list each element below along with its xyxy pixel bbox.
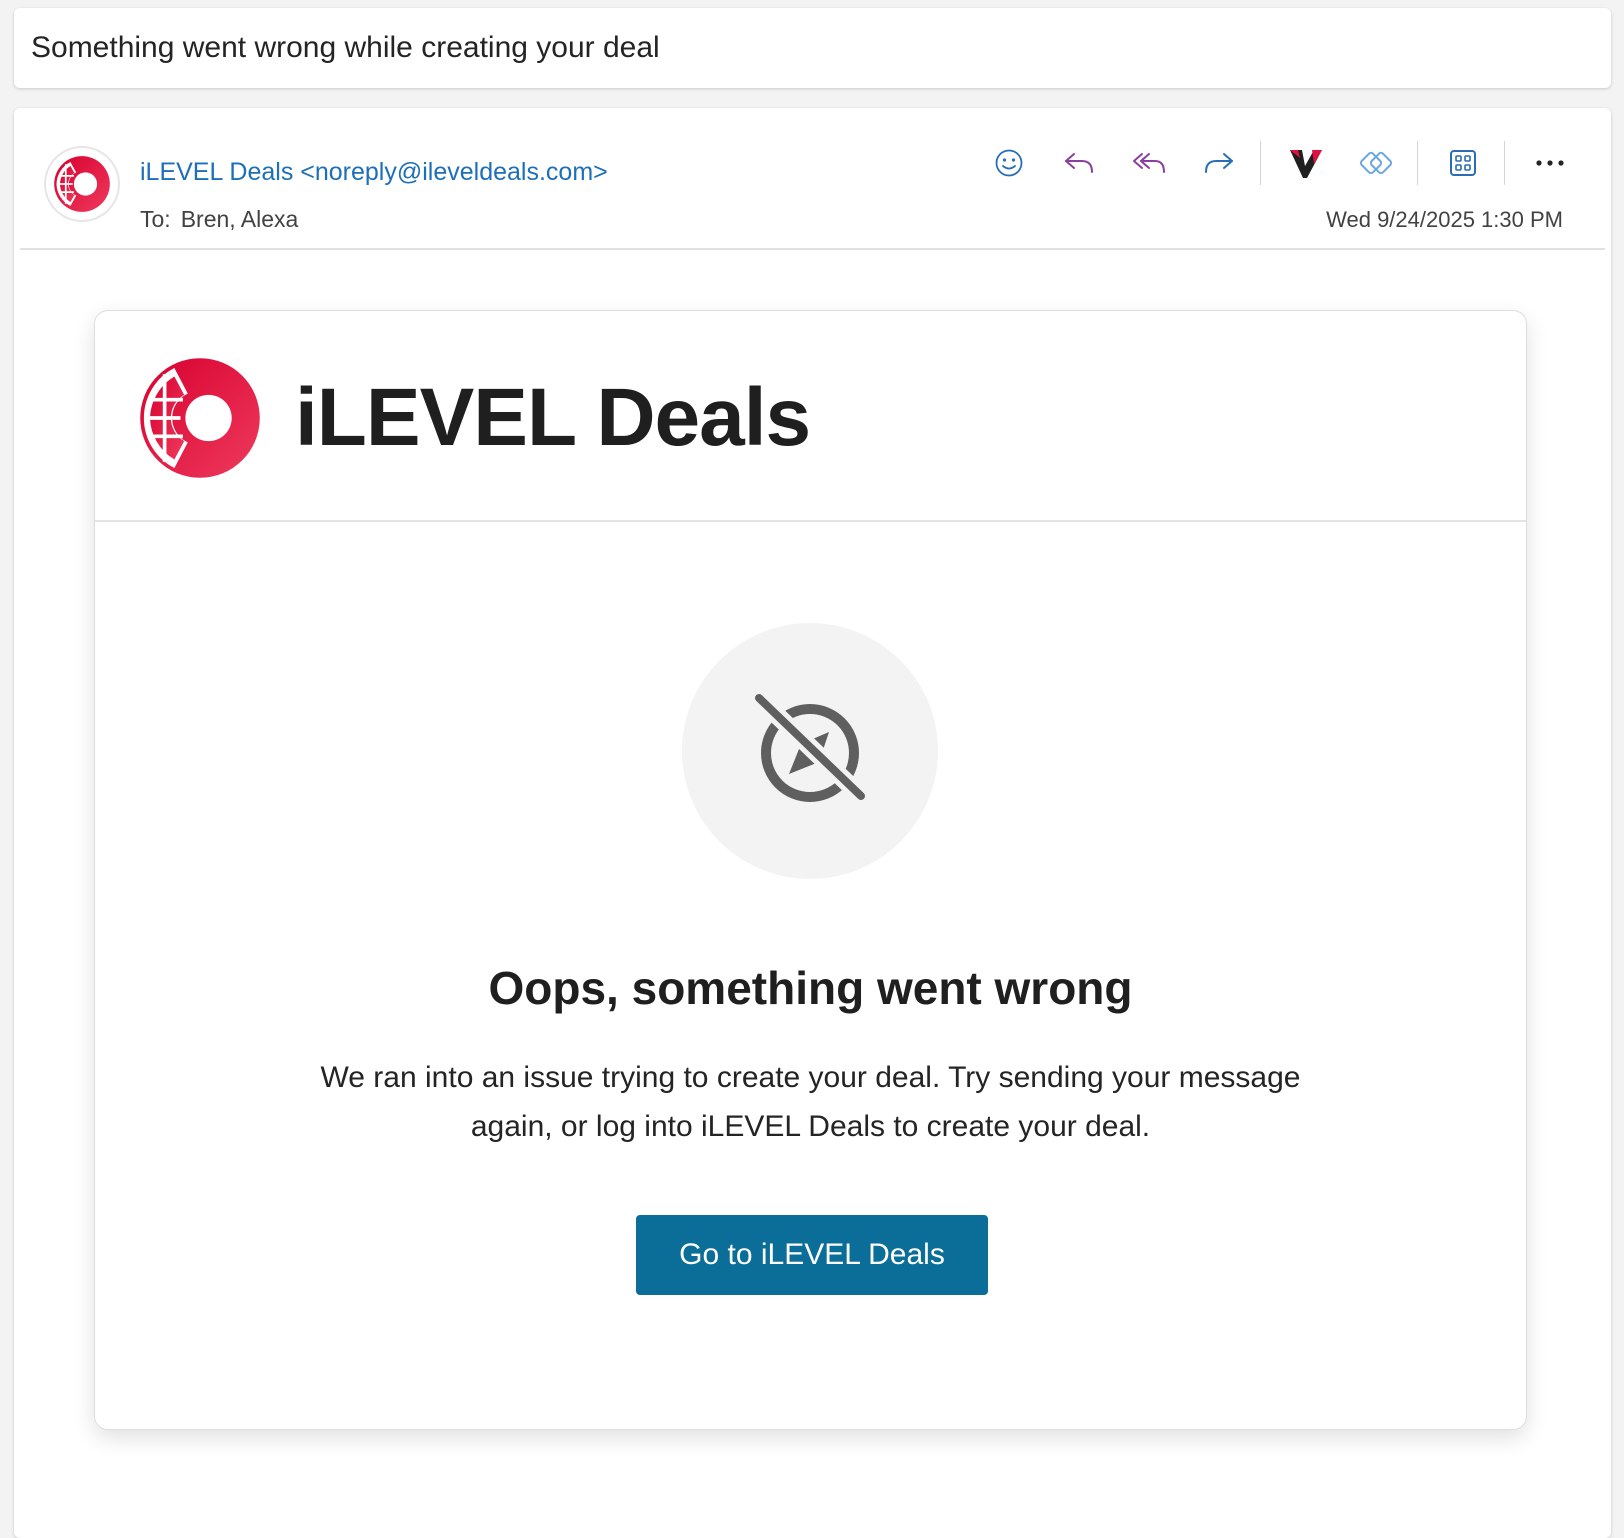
react-button[interactable]: [984, 138, 1034, 188]
loop-button[interactable]: [1351, 138, 1401, 188]
email-subject: Something went wrong while creating your…: [31, 31, 660, 64]
apps-icon: [1450, 150, 1476, 176]
go-to-ilevel-deals-button[interactable]: Go to iLEVEL Deals: [636, 1215, 988, 1295]
reply-icon: [1065, 153, 1093, 173]
sender-avatar[interactable]: [46, 148, 118, 220]
v-addin-button[interactable]: [1281, 138, 1331, 188]
forward-button[interactable]: [1194, 138, 1244, 188]
reading-pane: iLEVEL Deals <noreply@ileveldeals.com> T…: [14, 108, 1611, 1538]
reply-all-button[interactable]: [1124, 138, 1174, 188]
sender-address[interactable]: iLEVEL Deals <noreply@ileveldeals.com>: [140, 158, 608, 187]
email-card: iLEVEL Deals Oops, something went wrong …: [94, 310, 1527, 1430]
recipient-line: To: Bren, Alexa: [140, 206, 298, 233]
forward-icon: [1205, 153, 1233, 173]
compass-off-icon: [750, 689, 870, 805]
error-message: We ran into an issue trying to create yo…: [320, 1061, 1301, 1143]
brand-name: iLEVEL Deals: [295, 372, 811, 463]
error-headline: Oops, something went wrong: [488, 962, 1133, 1014]
toolbar-divider: [1504, 141, 1505, 185]
toolbar-divider: [1417, 141, 1418, 185]
loop-icon: [1359, 151, 1393, 175]
subject-bar: Something went wrong while creating your…: [14, 8, 1611, 88]
email-brand-header: iLEVEL Deals: [95, 311, 1526, 522]
toolbar-divider: [1260, 141, 1261, 185]
more-actions-button[interactable]: [1525, 138, 1575, 188]
v-addin-icon: [1290, 150, 1322, 178]
message-toolbar: [964, 138, 1575, 188]
to-label: To:: [140, 206, 171, 232]
received-date: Wed 9/24/2025 1:30 PM: [1326, 207, 1563, 232]
reply-button[interactable]: [1054, 138, 1104, 188]
apps-button[interactable]: [1438, 138, 1488, 188]
reply-all-icon: [1133, 153, 1165, 173]
ilevel-brand-logo-icon: [140, 358, 260, 478]
more-icon: [1536, 160, 1564, 166]
message-header: iLEVEL Deals <noreply@ileveldeals.com> T…: [20, 108, 1605, 250]
smiley-icon: [995, 149, 1023, 177]
status-illustration: [682, 623, 938, 879]
recipient-names[interactable]: Bren, Alexa: [181, 206, 299, 232]
ilevel-logo-icon: [54, 156, 110, 212]
